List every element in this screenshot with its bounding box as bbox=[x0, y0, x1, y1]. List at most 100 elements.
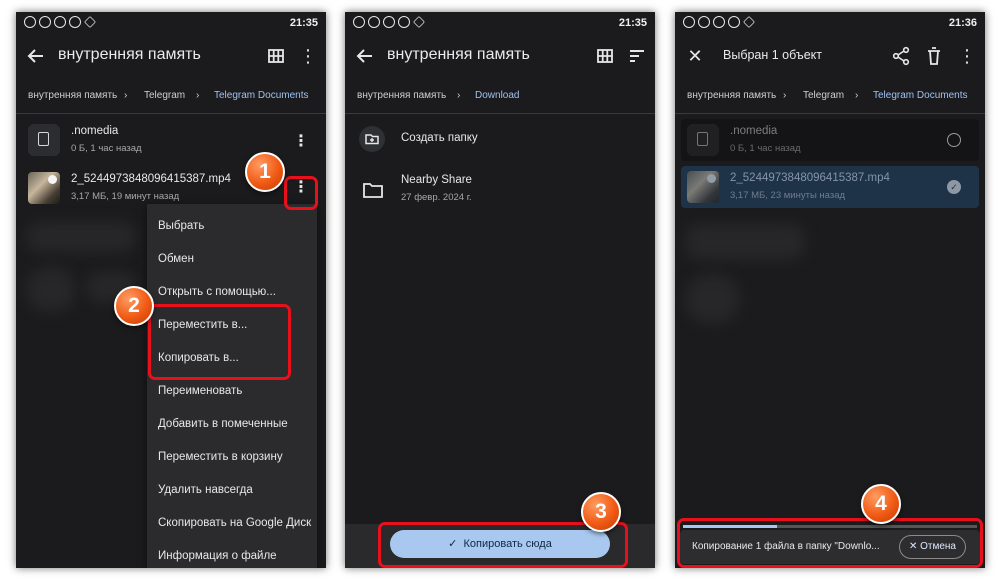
file-icon bbox=[28, 124, 60, 156]
screen-file-menu: 21:35 внутренняя память ⋮ внутренняя пам… bbox=[16, 12, 326, 568]
blurred-content bbox=[26, 267, 76, 312]
folder-row[interactable]: Nearby Share 27 февр. 2024 г. bbox=[345, 164, 655, 212]
community-icon bbox=[398, 16, 410, 28]
share-icon[interactable] bbox=[889, 44, 913, 68]
step-badge-1: 1 bbox=[245, 152, 285, 192]
file-row-selected[interactable]: 2_5244973848096415387.mp4 3,17 МБ, 23 ми… bbox=[681, 166, 979, 208]
community-icon bbox=[69, 16, 81, 28]
file-name: .nomedia bbox=[71, 125, 119, 137]
breadcrumb: внутренняя память › Telegram › Telegram … bbox=[16, 86, 326, 106]
divider bbox=[16, 113, 326, 114]
chevron-right-icon: › bbox=[855, 90, 859, 101]
more-vert-icon[interactable]: ⋮ bbox=[955, 44, 979, 68]
breadcrumb-item-current[interactable]: Telegram Documents bbox=[873, 90, 967, 101]
breadcrumb-item[interactable]: Telegram bbox=[803, 90, 844, 101]
menu-item-select[interactable]: Выбрать bbox=[158, 220, 204, 232]
chevron-right-icon: › bbox=[457, 90, 461, 101]
more-vert-icon[interactable]: ⋮ bbox=[296, 44, 320, 68]
file-meta: 0 Б, 1 час назад bbox=[71, 143, 142, 154]
file-icon bbox=[687, 124, 719, 156]
folder-name: Nearby Share bbox=[401, 174, 472, 186]
file-name: 2_5244973848096415387.mp4 bbox=[730, 172, 890, 184]
whatsapp-icon bbox=[698, 16, 710, 28]
create-folder-icon bbox=[359, 126, 385, 152]
menu-item-delete[interactable]: Удалить навсегда bbox=[158, 484, 253, 496]
chevron-right-icon: › bbox=[124, 90, 128, 101]
highlight-snackbar bbox=[677, 518, 983, 568]
grid-view-icon[interactable] bbox=[264, 44, 288, 68]
breadcrumb: внутренняя память › Download bbox=[345, 86, 655, 106]
delete-icon[interactable] bbox=[922, 44, 946, 68]
back-arrow-icon[interactable] bbox=[24, 44, 48, 68]
sort-icon[interactable] bbox=[625, 44, 649, 68]
unchecked-circle-icon[interactable] bbox=[947, 133, 961, 147]
grid-view-icon[interactable] bbox=[593, 44, 617, 68]
file-name: 2_5244973848096415387.mp4 bbox=[71, 173, 231, 185]
play-icon bbox=[413, 16, 425, 28]
checked-circle-icon[interactable]: ✓ bbox=[947, 180, 961, 194]
clock: 21:36 bbox=[948, 17, 977, 29]
status-bar: 21:35 bbox=[345, 12, 655, 34]
notification-icons bbox=[24, 16, 96, 28]
viber-icon bbox=[383, 16, 395, 28]
close-icon[interactable]: ✕ bbox=[683, 44, 707, 68]
whatsapp-icon bbox=[368, 16, 380, 28]
step-badge-2: 2 bbox=[114, 286, 154, 326]
menu-item-google-drive[interactable]: Скопировать на Google Диск bbox=[158, 517, 311, 529]
more-vert-icon[interactable]: ⋮ bbox=[292, 130, 310, 154]
breadcrumb-item[interactable]: внутренняя память bbox=[357, 90, 446, 101]
context-menu: Выбрать Обмен Открыть с помощью... Перем… bbox=[147, 204, 317, 568]
chevron-right-icon: › bbox=[783, 90, 787, 101]
status-bar: 21:36 bbox=[675, 12, 985, 34]
notification-icons bbox=[683, 16, 755, 28]
page-title: внутренняя память bbox=[387, 46, 530, 63]
whatsapp-icon bbox=[683, 16, 695, 28]
create-folder-label: Создать папку bbox=[401, 132, 478, 144]
screen-choose-folder: 21:35 внутренняя память внутренняя памят… bbox=[345, 12, 655, 568]
menu-item-rename[interactable]: Переименовать bbox=[158, 385, 242, 397]
back-arrow-icon[interactable] bbox=[353, 44, 377, 68]
menu-item-add-starred[interactable]: Добавить в помеченные bbox=[158, 418, 288, 430]
chevron-right-icon: › bbox=[196, 90, 200, 101]
file-meta: 3,17 МБ, 19 минут назад bbox=[71, 191, 180, 202]
play-icon bbox=[743, 16, 755, 28]
video-thumbnail bbox=[28, 172, 60, 204]
highlight-move-copy bbox=[148, 304, 291, 380]
app-bar: ✕ Выбран 1 объект ⋮ bbox=[675, 34, 985, 78]
menu-item-trash[interactable]: Переместить в корзину bbox=[158, 451, 283, 463]
viber-icon bbox=[713, 16, 725, 28]
blurred-content bbox=[685, 224, 805, 260]
app-bar: внутренняя память ⋮ bbox=[16, 34, 326, 78]
community-icon bbox=[728, 16, 740, 28]
play-icon bbox=[84, 16, 96, 28]
breadcrumb-item[interactable]: Telegram bbox=[144, 90, 185, 101]
file-meta: 3,17 МБ, 23 минуты назад bbox=[730, 190, 846, 201]
screen-copy-progress: 21:36 ✕ Выбран 1 объект ⋮ внутренняя пам… bbox=[675, 12, 985, 568]
app-bar: внутренняя память bbox=[345, 34, 655, 78]
menu-item-share[interactable]: Обмен bbox=[158, 253, 194, 265]
breadcrumb-item[interactable]: внутренняя память bbox=[28, 90, 117, 101]
step-badge-4: 4 bbox=[861, 484, 901, 524]
status-bar: 21:35 bbox=[16, 12, 326, 34]
breadcrumb: внутренняя память › Telegram › Telegram … bbox=[675, 86, 985, 106]
clock: 21:35 bbox=[289, 17, 318, 29]
file-row[interactable]: .nomedia 0 Б, 1 час назад bbox=[681, 119, 979, 161]
breadcrumb-item-current[interactable]: Telegram Documents bbox=[214, 90, 308, 101]
menu-item-open-with[interactable]: Открыть с помощью... bbox=[158, 286, 276, 298]
create-folder-row[interactable]: Создать папку bbox=[345, 114, 655, 162]
breadcrumb-item-current[interactable]: Download bbox=[475, 90, 519, 101]
whatsapp-icon bbox=[24, 16, 36, 28]
menu-item-file-info[interactable]: Информация о файле bbox=[158, 550, 277, 562]
file-meta: 0 Б, 1 час назад bbox=[730, 143, 801, 154]
breadcrumb-item[interactable]: внутренняя память bbox=[687, 90, 776, 101]
highlight-more-button bbox=[284, 176, 318, 210]
blurred-content bbox=[26, 222, 136, 252]
file-name: .nomedia bbox=[730, 125, 778, 137]
selection-title: Выбран 1 объект bbox=[723, 48, 822, 62]
clock: 21:35 bbox=[618, 17, 647, 29]
folder-icon bbox=[361, 178, 385, 202]
whatsapp-icon bbox=[353, 16, 365, 28]
viber-icon bbox=[54, 16, 66, 28]
video-thumbnail bbox=[687, 171, 719, 203]
divider bbox=[675, 113, 985, 114]
